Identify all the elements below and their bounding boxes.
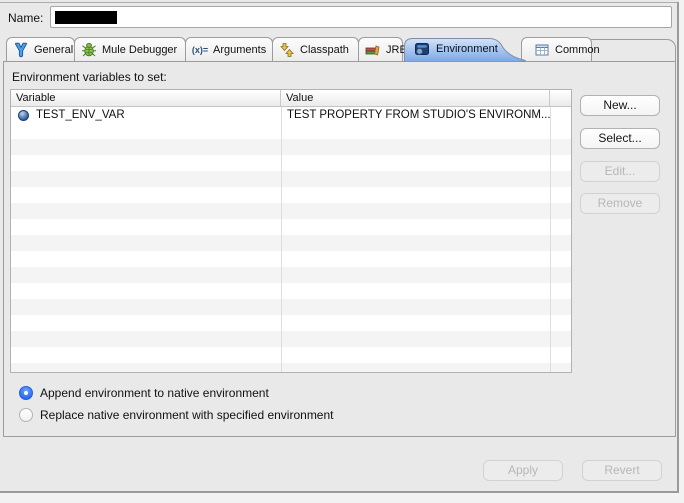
empty-table-row <box>11 363 571 373</box>
radio-append-environment[interactable]: Append environment to native environment <box>19 386 269 400</box>
tab-label: Environment <box>436 43 498 55</box>
table-row[interactable]: TEST_ENV_VAR TEST PROPERTY FROM STUDIO'S… <box>11 107 571 123</box>
empty-table-row <box>11 299 571 315</box>
table-empty-stripes <box>11 123 571 373</box>
variable-cell: TEST_ENV_VAR <box>11 109 281 121</box>
empty-table-row <box>11 331 571 347</box>
radio-selected-icon[interactable] <box>19 386 33 400</box>
value-cell: TEST PROPERTY FROM STUDIO'S ENVIRONM... <box>281 109 550 121</box>
tab-environment-selected[interactable]: Environment <box>404 36 531 62</box>
tab-label: Arguments <box>213 44 266 56</box>
empty-table-row <box>11 347 571 363</box>
mule-project-icon <box>13 42 29 58</box>
revert-button[interactable]: Revert <box>582 460 662 481</box>
empty-table-row <box>11 219 571 235</box>
radio-label: Replace native environment with specifie… <box>40 408 334 422</box>
table-header: Variable Value <box>11 90 571 107</box>
edit-button[interactable]: Edit... <box>580 161 660 182</box>
apply-button[interactable]: Apply <box>483 460 563 481</box>
tab-label: Mule Debugger <box>102 44 177 56</box>
empty-table-row <box>11 203 571 219</box>
library-books-icon <box>365 42 381 58</box>
radio-unselected-icon[interactable] <box>19 408 33 422</box>
select-button[interactable]: Select... <box>580 128 660 149</box>
name-input[interactable] <box>50 6 672 28</box>
tab-label: Common <box>555 44 600 56</box>
column-divider <box>550 107 551 373</box>
column-header-extra <box>550 90 571 106</box>
tab-strip-outline <box>591 39 676 61</box>
outside-right <box>679 0 684 503</box>
empty-table-row <box>11 235 571 251</box>
arguments-icon: (x)= <box>192 42 208 58</box>
tab-label: Classpath <box>300 44 349 56</box>
column-header-variable[interactable]: Variable <box>11 90 281 106</box>
table-body: TEST_ENV_VAR TEST PROPERTY FROM STUDIO'S… <box>11 107 571 373</box>
redacted-name-value <box>55 11 117 24</box>
tab-general[interactable]: General <box>6 37 75 61</box>
empty-table-row <box>11 123 571 139</box>
classpath-arrows-icon <box>279 42 295 58</box>
empty-table-row <box>11 267 571 283</box>
environment-variables-table[interactable]: Variable Value TEST_ENV_VAR TEST PROPERT… <box>10 89 572 373</box>
tab-common[interactable]: Common <box>521 37 592 61</box>
radio-replace-environment[interactable]: Replace native environment with specifie… <box>19 408 334 422</box>
radio-label: Append environment to native environment <box>40 386 269 400</box>
top-divider <box>0 2 684 3</box>
launch-config-dialog: Name: General Mule Debugger (x)= Argumen… <box>0 0 684 503</box>
tab-mule-debugger[interactable]: Mule Debugger <box>74 37 186 61</box>
empty-table-row <box>11 251 571 267</box>
section-label: Environment variables to set: <box>12 70 167 84</box>
column-header-value[interactable]: Value <box>281 90 550 106</box>
outside-bottom <box>0 493 684 503</box>
env-var-sphere-icon <box>18 110 29 121</box>
empty-table-row <box>11 139 571 155</box>
name-label: Name: <box>8 11 43 25</box>
tab-arguments[interactable]: (x)= Arguments <box>185 37 273 61</box>
table-grid-icon <box>534 42 550 58</box>
empty-table-row <box>11 155 571 171</box>
remove-button[interactable]: Remove <box>580 193 660 214</box>
tab-classpath[interactable]: Classpath <box>272 37 359 61</box>
empty-table-row <box>11 315 571 331</box>
empty-table-row <box>11 187 571 203</box>
new-button[interactable]: New... <box>580 95 660 116</box>
empty-table-row <box>11 171 571 187</box>
bug-icon <box>81 42 97 58</box>
environment-icon <box>414 41 430 57</box>
tab-jre[interactable]: JRE <box>358 37 403 61</box>
empty-table-row <box>11 283 571 299</box>
tab-label: General <box>34 44 73 56</box>
variable-name: TEST_ENV_VAR <box>36 109 125 121</box>
column-divider <box>281 107 282 373</box>
